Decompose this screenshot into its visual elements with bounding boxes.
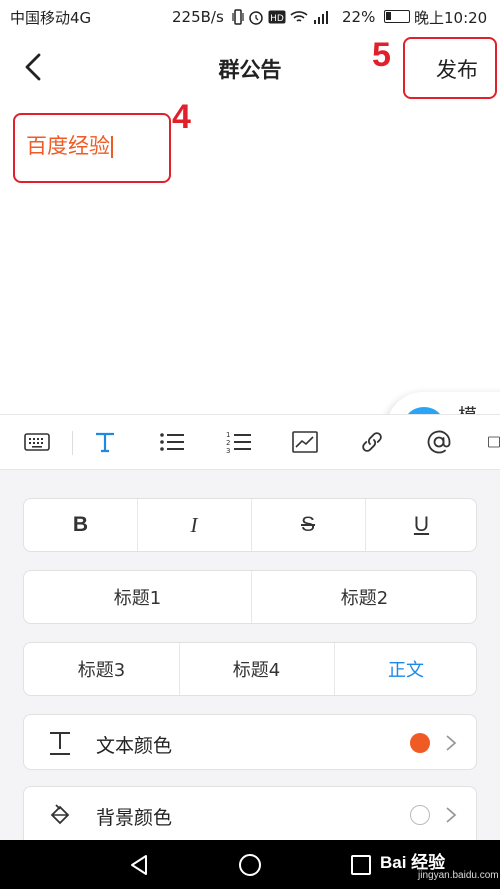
italic-button[interactable]: I [137, 499, 251, 551]
annotation-step-5: 5 [372, 36, 391, 74]
underline-button[interactable]: U [365, 499, 478, 551]
svg-text:3: 3 [226, 447, 230, 454]
alarm-icon [249, 11, 263, 25]
signal-icon [314, 11, 328, 24]
editor-content[interactable]: 百度经验 [26, 130, 113, 160]
chart-icon[interactable] [290, 427, 320, 457]
text-color-row[interactable]: 文本颜色 [23, 714, 477, 770]
annotation-box-publish [403, 37, 497, 99]
body-text-option[interactable]: 正文 [334, 643, 478, 695]
bold-button[interactable]: B [24, 499, 137, 551]
background-color-swatch [410, 805, 430, 825]
home-circle-icon[interactable] [237, 852, 263, 878]
paint-bucket-icon [50, 804, 70, 825]
svg-text:1: 1 [226, 431, 230, 439]
at-mention-icon[interactable] [424, 427, 454, 457]
bullet-list-icon[interactable] [157, 427, 187, 457]
battery-percent: 22% [342, 8, 376, 26]
background-color-row[interactable]: 背景颜色 [23, 786, 477, 842]
format-toolbar: 123 [0, 414, 500, 470]
status-bar: 中国移动4G 225B/s HD 22% 晚上10:20 [0, 0, 500, 34]
svg-text:HD: HD [270, 14, 284, 24]
recents-square-icon[interactable] [348, 852, 374, 878]
numbered-list-icon[interactable]: 123 [224, 427, 254, 457]
heading-4-option[interactable]: 标题4 [179, 643, 334, 695]
wifi-icon [290, 11, 308, 22]
heading-3-option[interactable]: 标题3 [24, 643, 179, 695]
back-triangle-icon[interactable] [127, 852, 153, 878]
text-format-icon[interactable] [90, 427, 120, 457]
text-color-label: 文本颜色 [96, 735, 173, 757]
announcement-editor[interactable]: 百度经验 模板 [0, 100, 500, 466]
system-nav-bar: Bai 经验 jingyan.baidu.com [0, 840, 500, 889]
keyboard-icon[interactable] [22, 427, 52, 457]
text-color-icon [50, 732, 70, 755]
clock: 晚上10:20 [414, 8, 488, 27]
heading-2-option[interactable]: 标题2 [251, 571, 478, 623]
chevron-right-icon [446, 807, 457, 823]
baidu-watermark-url: jingyan.baidu.com [418, 870, 499, 881]
text-caret [111, 136, 113, 158]
vibrate-icon [232, 9, 244, 25]
text-color-swatch [410, 733, 430, 753]
status-icons: HD [232, 9, 330, 25]
heading-1-option[interactable]: 标题1 [24, 571, 251, 623]
svg-text:2: 2 [226, 439, 230, 447]
battery-icon [384, 10, 410, 23]
toolbar-divider [72, 431, 73, 455]
image-icon[interactable] [488, 427, 500, 457]
hd-icon: HD [268, 10, 286, 24]
text-style-group: B I S U [23, 498, 477, 552]
format-panel: B I S U 标题1 标题2 标题3 标题4 正文 文本颜色 背景颜色 [0, 470, 500, 842]
heading-group-1: 标题1 标题2 [23, 570, 477, 624]
background-color-label: 背景颜色 [96, 807, 173, 829]
carrier-label: 中国移动4G [10, 8, 92, 27]
editor-text: 百度经验 [26, 134, 110, 158]
chevron-right-icon [446, 735, 457, 751]
strikethrough-button[interactable]: S [251, 499, 365, 551]
link-icon[interactable] [357, 427, 387, 457]
heading-group-2: 标题3 标题4 正文 [23, 642, 477, 696]
network-speed: 225B/s [172, 8, 224, 26]
